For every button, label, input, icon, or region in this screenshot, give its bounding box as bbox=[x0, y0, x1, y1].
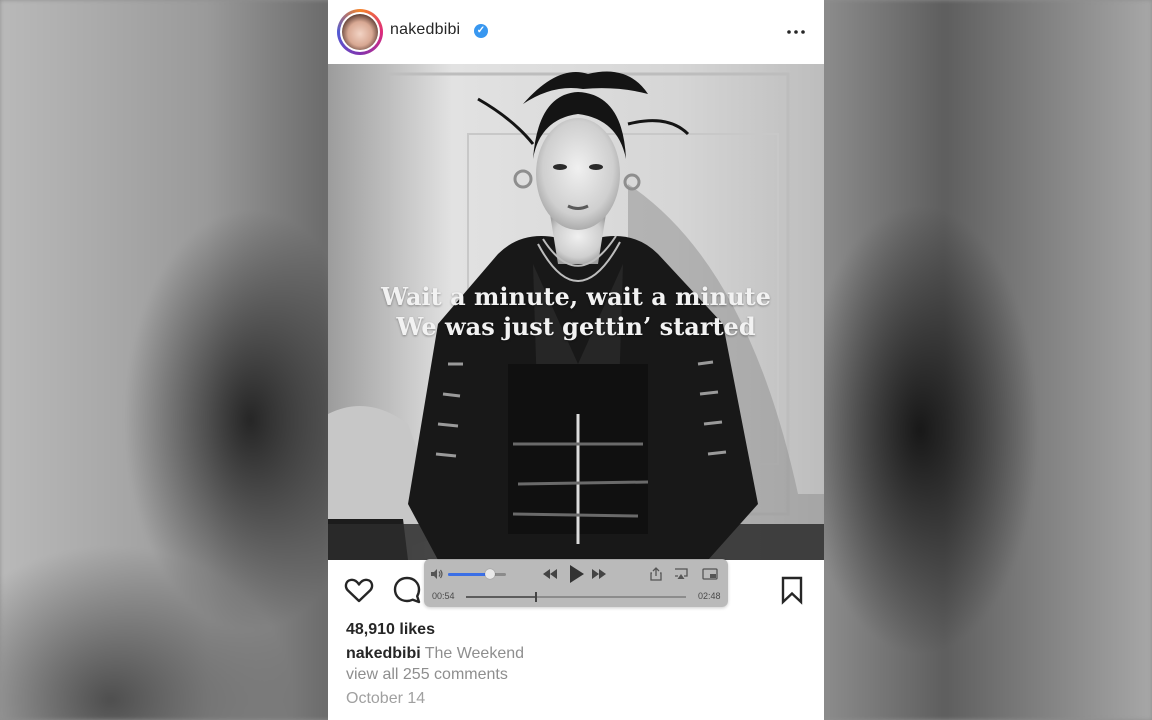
view-comments-link[interactable]: view all 255 comments bbox=[346, 666, 508, 684]
lyrics-line-1: Wait a minute, wait a minute bbox=[381, 282, 771, 311]
volume-knob[interactable] bbox=[484, 569, 495, 579]
heart-icon[interactable] bbox=[343, 574, 375, 606]
post-header: nakedbibi ✓ bbox=[328, 0, 824, 64]
caption-text: The Weekend bbox=[424, 645, 525, 662]
volume-level bbox=[448, 573, 490, 576]
instagram-post: nakedbibi ✓ Wait a minute, wait a minute… bbox=[328, 0, 824, 720]
volume-slider[interactable] bbox=[448, 569, 506, 579]
caption-username[interactable]: nakedbibi bbox=[346, 645, 421, 662]
caption: nakedbibi The Weekend bbox=[346, 645, 524, 663]
lyrics-line-2: We was just gettin’ started bbox=[396, 312, 756, 341]
avatar[interactable] bbox=[337, 9, 383, 55]
current-time: 00:54 bbox=[432, 591, 455, 601]
total-time: 02:48 bbox=[698, 591, 721, 601]
picture-in-picture-icon[interactable] bbox=[702, 568, 718, 580]
fast-forward-icon[interactable] bbox=[591, 568, 607, 580]
progress-knob[interactable] bbox=[535, 592, 538, 602]
progress-fill bbox=[466, 596, 537, 598]
volume-icon[interactable] bbox=[430, 568, 444, 580]
more-horizontal-icon[interactable] bbox=[786, 22, 806, 42]
likes-count[interactable]: 48,910 likes bbox=[346, 621, 435, 639]
avatar-frame bbox=[340, 12, 380, 52]
verified-badge-icon: ✓ bbox=[474, 24, 488, 38]
comment-icon[interactable] bbox=[391, 574, 423, 606]
progress-bar[interactable] bbox=[466, 592, 686, 602]
bookmark-icon[interactable] bbox=[776, 574, 808, 606]
play-icon[interactable] bbox=[567, 564, 585, 584]
post-photo[interactable]: Wait a minute, wait a minute We was just… bbox=[328, 64, 824, 560]
airplay-icon[interactable] bbox=[674, 568, 688, 580]
media-player-controls: 00:54 02:48 bbox=[424, 559, 728, 607]
username[interactable]: nakedbibi bbox=[390, 21, 460, 39]
post-date: October 14 bbox=[346, 690, 426, 707]
avatar-image bbox=[342, 14, 378, 50]
rewind-icon[interactable] bbox=[542, 568, 558, 580]
share-icon[interactable] bbox=[650, 567, 662, 581]
